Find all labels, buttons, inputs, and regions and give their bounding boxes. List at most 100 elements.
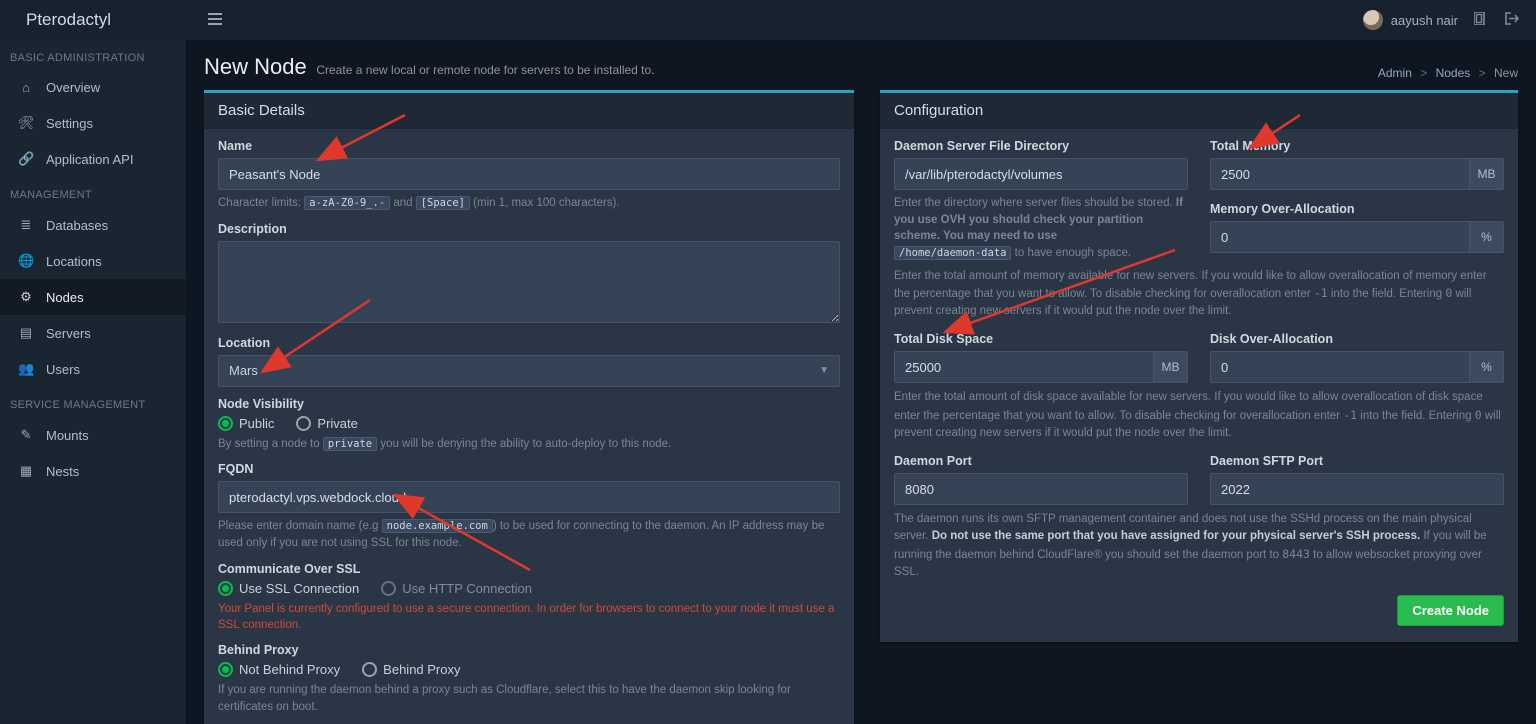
sidebar-item-label: Locations bbox=[46, 254, 102, 269]
label-ssl: Communicate Over SSL bbox=[218, 562, 840, 576]
sidebar-item-label: Databases bbox=[46, 218, 108, 233]
label-description: Description bbox=[218, 222, 840, 236]
radio-dot-icon bbox=[218, 581, 233, 596]
users-icon: 👥 bbox=[18, 361, 34, 377]
daemon-port-input[interactable] bbox=[894, 473, 1188, 505]
exit-to-app-icon[interactable] bbox=[1474, 12, 1489, 28]
sidebar-section-title: SERVICE MANAGEMENT bbox=[0, 387, 186, 417]
sidebar-item-label: Users bbox=[46, 362, 80, 377]
page-title: New Node bbox=[204, 54, 307, 79]
radio-dot-icon bbox=[218, 416, 233, 431]
sidebar-item-settings[interactable]: 🛠Settings bbox=[0, 105, 186, 141]
label-memory-over: Memory Over-Allocation bbox=[1210, 202, 1504, 216]
help-disk: Enter the total amount of disk space ava… bbox=[894, 389, 1504, 442]
radio-not-behind-proxy[interactable]: Not Behind Proxy bbox=[218, 662, 340, 677]
sftp-port-input[interactable] bbox=[1210, 473, 1504, 505]
sidebar-item-overview[interactable]: ⌂Overview bbox=[0, 70, 186, 105]
chevron-down-icon: ▼ bbox=[819, 365, 829, 376]
label-fqdn: FQDN bbox=[218, 462, 840, 476]
disk-over-input[interactable] bbox=[1210, 351, 1470, 383]
location-value: Mars bbox=[229, 363, 258, 378]
sidebar-item-mounts[interactable]: ✎ Mounts bbox=[0, 417, 186, 453]
unit-mb: MB bbox=[1154, 351, 1188, 383]
help-name: Character limits: a-zA-Z0-9_.- and [Spac… bbox=[218, 195, 840, 212]
label-name: Name bbox=[218, 139, 840, 153]
help-ssl-warning: Your Panel is currently configured to us… bbox=[218, 601, 840, 633]
settings-icon: 🛠 bbox=[18, 115, 34, 131]
memory-over-input[interactable] bbox=[1210, 221, 1470, 253]
help-daemon-dir: Enter the directory where server files s… bbox=[894, 195, 1188, 262]
user-menu[interactable]: aayush nair bbox=[1363, 10, 1458, 30]
crumb-admin[interactable]: Admin bbox=[1378, 66, 1412, 80]
radio-private[interactable]: Private bbox=[296, 416, 357, 431]
application-api-icon: 🔗 bbox=[18, 151, 34, 167]
avatar bbox=[1363, 10, 1383, 30]
sidebar-section-title: MANAGEMENT bbox=[0, 177, 186, 207]
sidebar-item-application-api[interactable]: 🔗 Application API bbox=[0, 141, 186, 177]
unit-mb: MB bbox=[1470, 158, 1504, 190]
help-fqdn: Please enter domain name (e.g node.examp… bbox=[218, 518, 840, 551]
radio-public[interactable]: Public bbox=[218, 416, 274, 431]
radio-dot-icon bbox=[218, 662, 233, 677]
sidebar-item-nests[interactable]: ▦ Nests bbox=[0, 453, 186, 489]
sidebar-item-users[interactable]: 👥 Users bbox=[0, 351, 186, 387]
location-select[interactable]: Mars ▼ bbox=[218, 355, 840, 387]
breadcrumb: Admin > Nodes > New bbox=[1378, 66, 1518, 80]
nests-icon: ▦ bbox=[18, 463, 34, 479]
page-subtitle: Create a new local or remote node for se… bbox=[316, 63, 654, 77]
panel-basic-details: Basic Details Name Character limits: a-z… bbox=[204, 90, 854, 724]
sidebar-item-databases[interactable]: ≣ Databases bbox=[0, 207, 186, 243]
daemon-dir-input[interactable] bbox=[894, 158, 1188, 190]
user-name: aayush nair bbox=[1391, 13, 1458, 28]
help-memory: Enter the total amount of memory availab… bbox=[894, 268, 1504, 321]
create-node-button[interactable]: Create Node bbox=[1397, 595, 1504, 626]
help-proxy: If you are running the daemon behind a p… bbox=[218, 682, 840, 715]
sidebar-section-title: BASIC ADMINISTRATION bbox=[0, 40, 186, 70]
databases-icon: ≣ bbox=[18, 217, 34, 233]
servers-icon: ▤ bbox=[18, 325, 34, 341]
label-daemon-port: Daemon Port bbox=[894, 454, 1188, 468]
sidebar-item-label: Nodes bbox=[46, 290, 84, 305]
label-visibility: Node Visibility bbox=[218, 397, 840, 411]
unit-percent: % bbox=[1470, 221, 1504, 253]
panel-configuration: Configuration Daemon Server File Directo… bbox=[880, 90, 1518, 642]
help-ports: The daemon runs its own SFTP management … bbox=[894, 511, 1504, 581]
total-memory-input[interactable] bbox=[1210, 158, 1470, 190]
label-daemon-dir: Daemon Server File Directory bbox=[894, 139, 1188, 153]
hamburger-icon[interactable] bbox=[202, 7, 228, 34]
total-disk-input[interactable] bbox=[894, 351, 1154, 383]
unit-percent: % bbox=[1470, 351, 1504, 383]
sidebar-item-label: Servers bbox=[46, 326, 91, 341]
label-total-disk: Total Disk Space bbox=[894, 332, 1188, 346]
sidebar-item-locations[interactable]: 🌐 Locations bbox=[0, 243, 186, 279]
label-proxy: Behind Proxy bbox=[218, 643, 840, 657]
label-total-memory: Total Memory bbox=[1210, 139, 1504, 153]
sidebar-item-label: Application API bbox=[46, 152, 133, 167]
sidebar-item-nodes[interactable]: ⚙ Nodes bbox=[0, 279, 186, 315]
mounts-icon: ✎ bbox=[18, 427, 34, 443]
radio-ssl[interactable]: Use SSL Connection bbox=[218, 581, 359, 596]
radio-dot-icon bbox=[296, 416, 311, 431]
logout-icon[interactable] bbox=[1505, 12, 1520, 28]
description-input[interactable] bbox=[218, 241, 840, 323]
crumb-nodes[interactable]: Nodes bbox=[1436, 66, 1471, 80]
help-visibility: By setting a node to private you will be… bbox=[218, 436, 840, 453]
sidebar-item-label: Mounts bbox=[46, 428, 89, 443]
sidebar: Pterodactyl BASIC ADMINISTRATION⌂Overvie… bbox=[0, 0, 186, 724]
label-sftp-port: Daemon SFTP Port bbox=[1210, 454, 1504, 468]
label-location: Location bbox=[218, 336, 840, 350]
name-input[interactable] bbox=[218, 158, 840, 190]
radio-dot-icon bbox=[381, 581, 396, 596]
sidebar-item-label: Nests bbox=[46, 464, 79, 479]
nodes-icon: ⚙ bbox=[18, 289, 34, 305]
panel-title-config: Configuration bbox=[880, 93, 1518, 129]
locations-icon: 🌐 bbox=[18, 253, 34, 269]
fqdn-input[interactable] bbox=[218, 481, 840, 513]
sidebar-item-servers[interactable]: ▤ Servers bbox=[0, 315, 186, 351]
panel-title-basic: Basic Details bbox=[204, 93, 854, 129]
topbar: aayush nair bbox=[186, 0, 1536, 40]
radio-http[interactable]: Use HTTP Connection bbox=[381, 581, 532, 596]
sidebar-item-label: Overview bbox=[46, 80, 100, 95]
brand-title: Pterodactyl bbox=[0, 0, 186, 40]
radio-behind-proxy[interactable]: Behind Proxy bbox=[362, 662, 460, 677]
